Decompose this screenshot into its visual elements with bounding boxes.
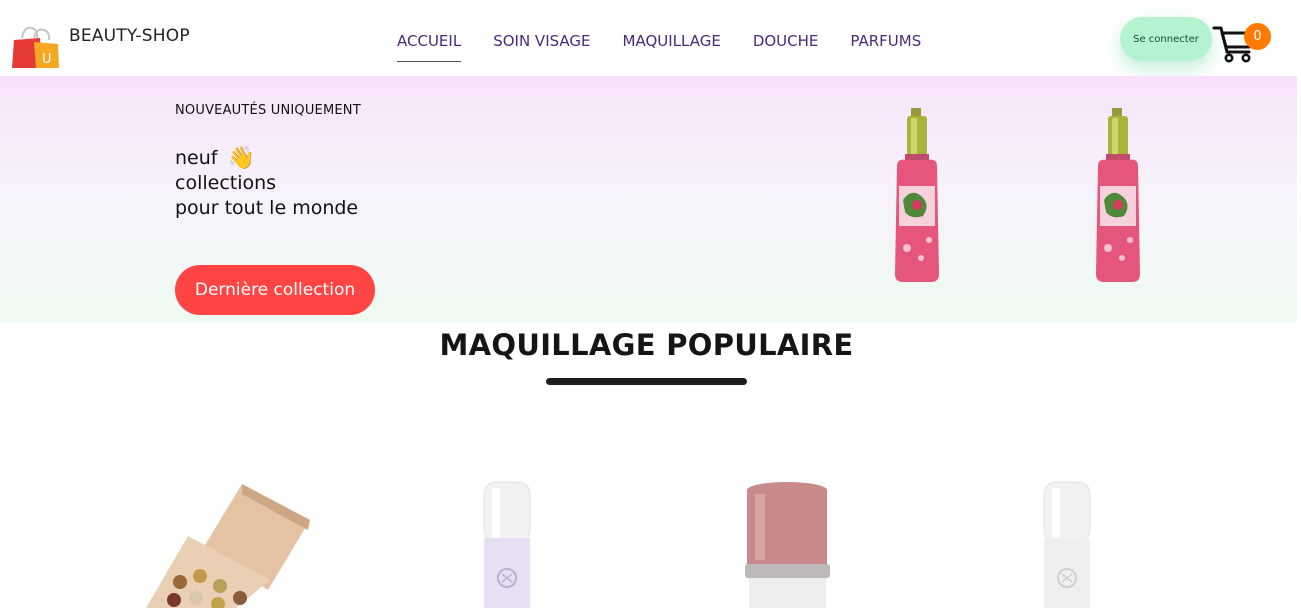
- nav-soin-visage[interactable]: SOIN VISAGE: [493, 32, 590, 50]
- latest-collection-button[interactable]: Dernière collection: [175, 265, 375, 315]
- login-button[interactable]: Se connecter: [1120, 17, 1212, 61]
- hero-banner: NOUVEAUTÉS UNIQUEMENT neuf 👋 collections…: [0, 76, 1297, 322]
- shopping-bag-logo-icon[interactable]: U: [12, 24, 60, 70]
- nav-accueil[interactable]: ACCUEIL: [397, 32, 462, 62]
- product-lip-gloss[interactable]: [478, 480, 536, 608]
- hero-subtitle: NOUVEAUTÉS UNIQUEMENT: [175, 103, 361, 118]
- product-eyeshadow-palette[interactable]: [140, 480, 320, 608]
- hero-title: neuf 👋 collections pour tout le monde: [175, 146, 358, 221]
- nav-douche[interactable]: DOUCHE: [753, 32, 819, 50]
- nav-parfums[interactable]: PARFUMS: [850, 32, 921, 50]
- waving-hand-icon: 👋: [227, 145, 255, 171]
- cart-count-badge: 0: [1244, 23, 1271, 50]
- hero-title-line2: collections: [175, 172, 277, 194]
- header: U BEAUTY-SHOP ACCUEIL SOIN VISAGE MAQUIL…: [0, 0, 1301, 76]
- perfume-bottle-icon: [895, 108, 939, 282]
- section-underline: [546, 378, 747, 385]
- hero-title-line1: neuf: [175, 147, 218, 169]
- main-nav: ACCUEIL SOIN VISAGE MAQUILLAGE DOUCHE PA…: [397, 32, 953, 62]
- brand-name[interactable]: BEAUTY-SHOP: [69, 26, 190, 46]
- nav-maquillage[interactable]: MAQUILLAGE: [623, 32, 721, 50]
- hero-title-line3: pour tout le monde: [175, 197, 359, 219]
- perfume-bottle-icon: [1096, 108, 1140, 282]
- logo-letter: U: [42, 52, 52, 67]
- product-lipstick[interactable]: [745, 480, 830, 608]
- section-title: MAQUILLAGE POPULAIRE: [439, 328, 854, 362]
- product-lip-gloss[interactable]: [1038, 480, 1096, 608]
